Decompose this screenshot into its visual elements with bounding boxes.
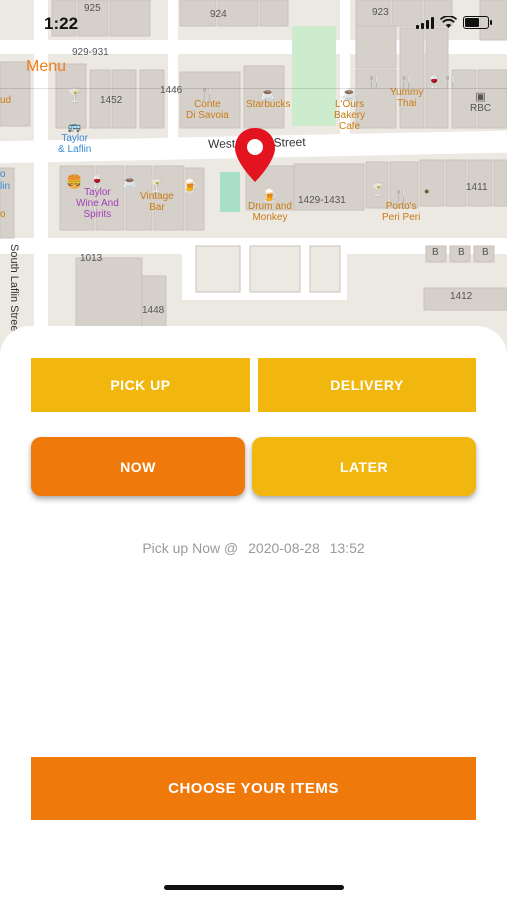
bank-icon: ▣ — [475, 91, 486, 103]
poi-label: Taylor — [61, 133, 89, 144]
map-number: 1448 — [142, 305, 165, 316]
dot-icon: ● — [424, 186, 430, 196]
restaurant-icon: 🍴 — [199, 86, 216, 101]
map-view[interactable]: West Taylor Street South Laflin Street 9… — [0, 0, 507, 360]
pickup-button[interactable]: PICK UP — [31, 358, 250, 412]
map-edge-label: lin — [0, 181, 11, 192]
bar-icon[interactable]: 🍷🍴 — [426, 75, 458, 88]
header-divider — [0, 88, 507, 89]
signal-icon — [416, 16, 434, 29]
coffee-icon[interactable]: ☕ — [122, 175, 138, 188]
menu-button[interactable]: Menu — [26, 58, 66, 76]
poi-label: RBC — [470, 103, 492, 114]
street-label-south-laflin: South Laflin Street — [8, 244, 20, 335]
delivery-button[interactable]: DELIVERY — [258, 358, 476, 412]
poi-label: & Laflin — [58, 144, 92, 155]
poi-label: Wine And — [76, 198, 119, 209]
poi-yummy-thai[interactable]: 🍴 Yummy Thai — [390, 74, 423, 109]
pickup-date: 2020-08-28 — [248, 540, 320, 556]
map-number: B — [458, 247, 465, 258]
wifi-icon — [440, 16, 457, 28]
beer-icon[interactable]: 🍺 — [182, 179, 198, 192]
poi-label: Taylor — [84, 187, 111, 198]
location-pin-icon[interactable] — [232, 126, 278, 186]
poi-label: Bakery — [334, 110, 366, 121]
restaurant-icon: 🍴 — [398, 74, 415, 89]
wine-shop-icon: 🍷 — [89, 174, 106, 189]
map-number: 929-931 — [72, 47, 109, 58]
coffee-icon: ☕ — [341, 86, 358, 101]
map-edge-label: o — [0, 169, 6, 180]
poi-label: Drum and — [248, 201, 292, 212]
map-edge-label: o — [0, 209, 6, 220]
poi-lours-bakery[interactable]: ☕ L'Ours Bakery Cafe — [334, 86, 366, 132]
poi-label: Thai — [396, 98, 417, 109]
poi-portos-peri-peri[interactable]: 🍴 Porto's Peri Peri — [382, 188, 421, 223]
map-number: 1412 — [450, 291, 473, 302]
choose-items-button[interactable]: CHOOSE YOUR ITEMS — [31, 757, 476, 820]
status-icons — [416, 16, 492, 29]
poi-label: Peri Peri — [382, 212, 421, 223]
restaurant-icon[interactable]: 🍴 — [366, 75, 382, 88]
poi-label: Porto's — [385, 201, 417, 212]
restaurant-icon: 🍴 — [393, 188, 410, 203]
bus-icon: 🚌 — [67, 121, 82, 133]
poi-taylor-laflin-station[interactable]: 🚌 Taylor & Laflin — [58, 121, 92, 156]
battery-icon — [463, 16, 492, 29]
coffee-icon: ☕ — [260, 86, 277, 101]
status-bar: 1:22 — [0, 0, 507, 48]
map-edge-label: ud — [0, 95, 12, 106]
poi-rbc[interactable]: ▣ RBC — [470, 91, 492, 115]
home-indicator — [164, 885, 344, 890]
now-button[interactable]: NOW — [31, 437, 245, 496]
poi-label: Bar — [149, 202, 165, 213]
pub-icon: 🍺 — [261, 188, 279, 203]
poi-label: Spirits — [83, 209, 112, 220]
status-time: 1:22 — [44, 14, 79, 33]
map-number: 1411 — [466, 182, 488, 193]
poi-label: Di Savoia — [186, 110, 229, 121]
pickup-prefix: Pick up Now @ — [142, 540, 239, 556]
poi-label: Cafe — [339, 121, 361, 132]
poi-drum-and-monkey[interactable]: 🍺 Drum and Monkey — [248, 188, 292, 223]
map-number: B — [432, 247, 439, 258]
poi-label: Conte — [194, 99, 221, 110]
later-button[interactable]: LATER — [252, 437, 476, 496]
map-number: B — [482, 247, 489, 258]
poi-label: Starbucks — [246, 99, 291, 110]
map-number: 1429-1431 — [298, 195, 346, 206]
pickup-time-summary: Pick up Now @ 2020-08-28 13:52 — [0, 540, 507, 556]
poi-label: L'Ours — [334, 99, 365, 110]
poi-starbucks[interactable]: ☕ Starbucks — [246, 86, 291, 110]
poi-taylor-wine[interactable]: 🍷 Taylor Wine And Spirits — [76, 174, 119, 220]
pickup-time: 13:52 — [329, 540, 365, 556]
poi-label: Vintage — [140, 191, 174, 202]
poi-vintage-bar[interactable]: 🍸 Vintage Bar — [140, 178, 174, 213]
poi-label: Monkey — [252, 212, 288, 223]
cocktail-icon: 🍸 — [148, 178, 165, 193]
poi-conte-di-savoia[interactable]: 🍴 Conte Di Savoia — [186, 86, 229, 121]
map-number: 1013 — [80, 253, 103, 264]
cocktail-icon[interactable]: 🍸 — [66, 88, 83, 102]
map-number: 1452 — [100, 95, 123, 106]
